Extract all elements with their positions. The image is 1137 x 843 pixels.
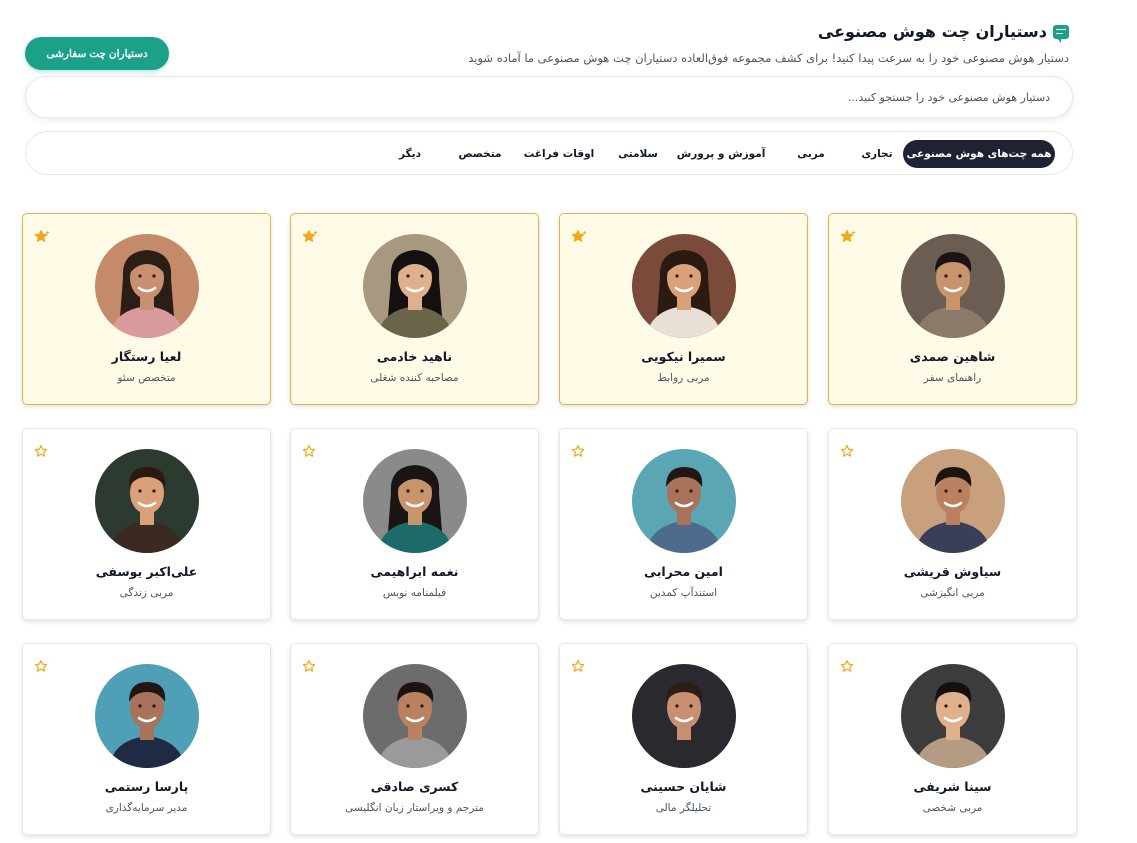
assistant-role: متخصص سئو [117, 372, 176, 384]
assistant-card[interactable]: شاهین صمدی راهنمای سفر [828, 213, 1077, 405]
assistant-name: سیاوش قریشی [903, 564, 1002, 579]
assistant-card[interactable]: نغمه ابراهیمی فیلمنامه نویس [290, 428, 539, 620]
assistant-name: امین محرابی [644, 564, 723, 579]
avatar [632, 664, 736, 768]
assistant-name: لعیا رستگار [111, 349, 182, 364]
assistant-card[interactable]: علی‌اکبر یوسفی مربی زندگی [22, 428, 271, 620]
avatar [95, 234, 199, 338]
favorite-star-filled-icon[interactable] [571, 229, 587, 245]
category-tabs: همه چت‌های هوش مصنوعی تجاری مربی آموزش و… [25, 131, 1073, 175]
favorite-star-filled-icon[interactable] [34, 229, 50, 245]
assistant-role: مترجم و ویراستار زبان انگلیسی [345, 802, 484, 814]
assistant-card[interactable]: ناهید خادمی مصاحبه کننده شغلی [290, 213, 539, 405]
avatar [363, 234, 467, 338]
assistant-role: مربی زندگی [119, 587, 174, 599]
assistant-card[interactable]: سیاوش قریشی مربی انگیزشی [828, 428, 1077, 620]
title-row: دستیاران چت هوش مصنوعی [817, 22, 1069, 43]
assistant-role: مربی شخصی [922, 802, 983, 814]
favorite-star-icon[interactable] [34, 444, 50, 460]
assistant-name: ناهید خادمی [376, 349, 453, 364]
assistant-name: شایان حسینی [640, 779, 727, 794]
assistant-name: کسری صادقی [370, 779, 459, 794]
assistant-name: شاهین صمدی [909, 349, 996, 364]
avatar [901, 234, 1005, 338]
page-subtitle: دستیار هوش مصنوعی خود را به سرعت پیدا کن… [468, 51, 1069, 65]
favorite-star-icon[interactable] [302, 444, 318, 460]
avatar [632, 234, 736, 338]
tab-health[interactable]: سلامتی [616, 140, 660, 168]
search-bar [25, 76, 1073, 118]
favorite-star-icon[interactable] [302, 659, 318, 675]
assistant-role: مربی روابط [657, 372, 710, 384]
assistant-role: فیلمنامه نویس [382, 587, 447, 599]
avatar [632, 449, 736, 553]
custom-assistants-button[interactable]: دستیاران چت سفارشی [25, 37, 169, 70]
avatar [363, 664, 467, 768]
assistant-role: تحلیلگر مالی [655, 802, 712, 814]
tab-specialist[interactable]: متخصص [458, 140, 502, 168]
assistant-name: نغمه ابراهیمی [370, 564, 459, 579]
tab-business[interactable]: تجاری [851, 140, 903, 168]
avatar [95, 664, 199, 768]
favorite-star-filled-icon[interactable] [840, 229, 856, 245]
tab-coach[interactable]: مربی [793, 140, 829, 168]
favorite-star-icon[interactable] [571, 659, 587, 675]
avatar [95, 449, 199, 553]
assistant-role: مربی انگیزشی [920, 587, 985, 599]
tab-all-ai-chats[interactable]: همه چت‌های هوش مصنوعی [903, 140, 1055, 168]
chat-icon [1053, 24, 1069, 43]
tab-education[interactable]: آموزش و پرورش [677, 140, 766, 168]
assistant-role: راهنمای سفر [923, 372, 982, 384]
page-header: دستیاران چت هوش مصنوعی دستیار هوش مصنوعی… [24, 22, 1069, 72]
assistant-card[interactable]: سینا شریفی مربی شخصی [828, 643, 1077, 835]
assistant-card[interactable]: کسری صادقی مترجم و ویراستار زبان انگلیسی [290, 643, 539, 835]
assistant-name: علی‌اکبر یوسفی [95, 564, 198, 579]
avatar [363, 449, 467, 553]
page-title: دستیاران چت هوش مصنوعی [817, 22, 1047, 41]
assistant-name: سینا شریفی [913, 779, 992, 794]
avatar [901, 449, 1005, 553]
favorite-star-icon[interactable] [571, 444, 587, 460]
assistant-role: مصاحبه کننده شغلی [370, 372, 459, 384]
assistant-card[interactable]: لعیا رستگار متخصص سئو [22, 213, 271, 405]
assistant-role: مدیر سرمایه‌گذاری [105, 802, 188, 814]
assistant-name: پارسا رستمی [104, 779, 189, 794]
favorite-star-filled-icon[interactable] [302, 229, 318, 245]
tab-leisure[interactable]: اوقات فراغت [524, 140, 594, 168]
assistant-card[interactable]: سمیرا نیکویی مربی روابط [559, 213, 808, 405]
assistant-role: استندآپ کمدین [649, 587, 718, 599]
avatar [901, 664, 1005, 768]
favorite-star-icon[interactable] [840, 659, 856, 675]
assistant-card[interactable]: شایان حسینی تحلیلگر مالی [559, 643, 808, 835]
favorite-star-icon[interactable] [34, 659, 50, 675]
assistant-card[interactable]: پارسا رستمی مدیر سرمایه‌گذاری [22, 643, 271, 835]
assistant-card[interactable]: امین محرابی استندآپ کمدین [559, 428, 808, 620]
search-input[interactable] [26, 77, 1072, 117]
favorite-star-icon[interactable] [840, 444, 856, 460]
assistant-name: سمیرا نیکویی [641, 349, 726, 364]
tab-other[interactable]: دیگر [395, 140, 425, 168]
